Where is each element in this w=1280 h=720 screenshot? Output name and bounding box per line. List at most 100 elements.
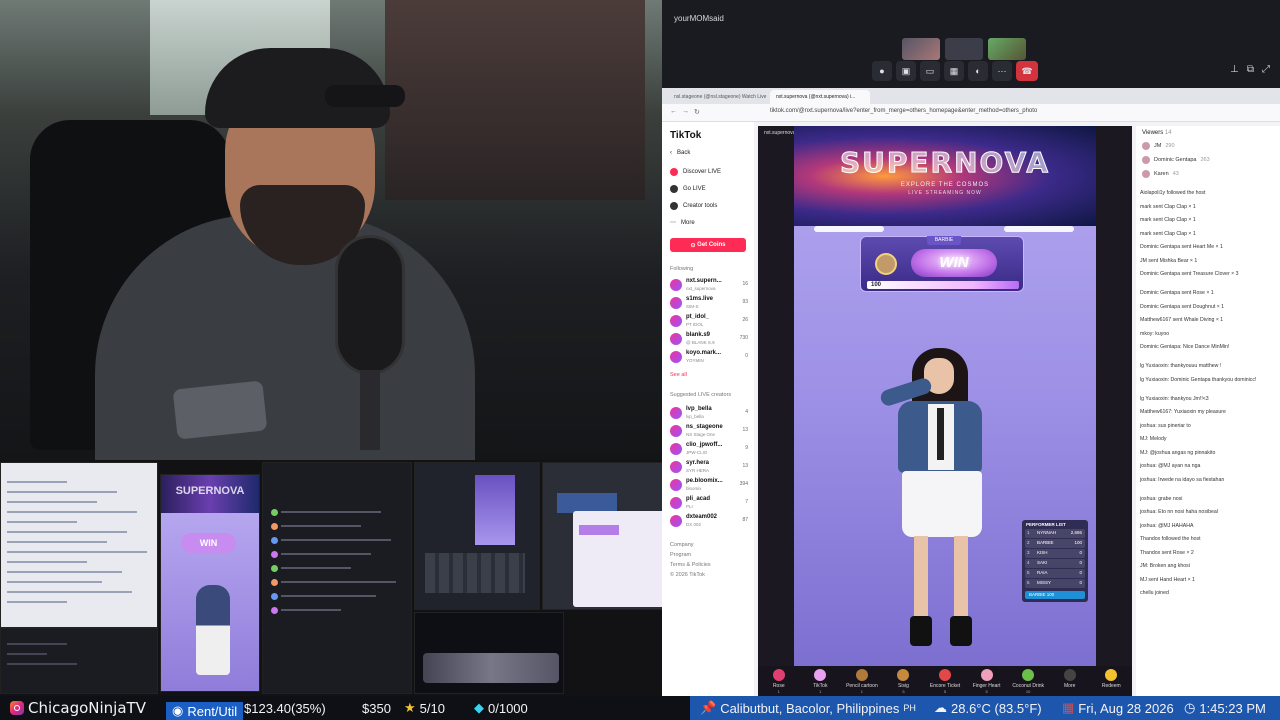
nav-more[interactable]: ⋯ More (670, 219, 695, 227)
see-all-link[interactable]: See all (670, 372, 687, 378)
thumbnail-file-explorer[interactable] (0, 628, 158, 694)
viewer-coins: 263 (1200, 157, 1210, 163)
nav-creator-tools[interactable]: Creator tools (670, 202, 717, 210)
thumb-line (7, 601, 67, 603)
win-performer-avatar (875, 253, 897, 275)
thumb-line (7, 581, 102, 583)
chat-message: Thandox sent Rose × 2 (1140, 549, 1194, 556)
suggested-item[interactable]: syr.hera SYR HERA 13 (670, 460, 748, 476)
nav-go-live[interactable]: Go LIVE (670, 185, 706, 193)
gift-finger-heart[interactable]: Finger Heart 5 (966, 669, 1008, 694)
pushpin-icon: 📌 (700, 700, 717, 715)
footer-link[interactable]: Company (670, 542, 694, 548)
participant-tile[interactable] (988, 38, 1026, 60)
suggested-item[interactable]: pe.bloomix... bloomix 394 (670, 478, 748, 494)
forward-arrow-icon[interactable]: → (682, 108, 689, 115)
chat-message: JM: Broken ang khosi (1140, 563, 1190, 569)
nav-discover-live[interactable]: Discover LIVE (670, 168, 721, 176)
gift-encore-ticket[interactable]: Encore Ticket 5 (924, 669, 966, 694)
cam-background-shelf (385, 0, 645, 200)
nav-label: Discover LIVE (683, 169, 722, 175)
suggested-item[interactable]: clio_jpwoff... JPW-CLIO 9 (670, 442, 748, 458)
mic-icon[interactable]: ● (872, 61, 892, 81)
goal-amount: $350 (362, 700, 391, 716)
address-bar[interactable]: ← → ↻ tiktok.com/@nxt.supernova/live?ent… (662, 104, 1280, 122)
thumbnail-game-window[interactable] (414, 612, 564, 694)
creator-name: dxteam002 (686, 514, 718, 520)
banner-subtitle-2: LIVE STREAMING NOW (908, 190, 982, 196)
effects-icon[interactable]: ◐ (968, 61, 988, 81)
reload-icon[interactable]: ↻ (694, 108, 700, 116)
get-coins-button[interactable]: ⊙ Get Coins (670, 238, 746, 252)
viewer-row[interactable]: JM 290 (1142, 142, 1175, 150)
following-item[interactable]: koyo.mark... YOYMIN 0 (670, 350, 748, 366)
gift-sisig[interactable]: Sisig 5 (883, 669, 925, 694)
thumbnail-chat-window[interactable] (262, 462, 412, 694)
pin-icon[interactable]: ⊥ (1230, 64, 1239, 75)
creator-handle: SIM-S (686, 304, 699, 309)
popout-icon[interactable]: ⧉ (1247, 64, 1254, 75)
thumbnail-tiktok-stream[interactable]: SUPERNOVA WIN (160, 474, 260, 692)
suggested-item[interactable]: ns_stageone NS Stage One 13 (670, 424, 748, 440)
gift-redeem[interactable]: Redeem (1091, 669, 1133, 689)
footer-link[interactable]: Program (670, 552, 691, 558)
gift-rose[interactable]: Rose 1 (758, 669, 800, 694)
live-stream-player[interactable]: nxt.supernova SUPERNOVA EXPLORE THE COSM… (758, 126, 1132, 696)
gift-pencil[interactable]: Pencil cartoon 1 (841, 669, 883, 694)
participant-tile[interactable] (945, 38, 983, 60)
chat-message: lg Yuxiaoxin: Dominic Gentapa thankyou d… (1140, 376, 1257, 383)
creator-name: ns_stageone (686, 424, 723, 430)
gift-tiktok[interactable]: TikTok 1 (800, 669, 842, 694)
thumbnail-browser-window[interactable] (0, 462, 158, 628)
rent-label-box: ◉ Rent/Util (166, 702, 244, 720)
viewer-coins: 290 (1165, 143, 1175, 149)
money-bag-icon: ◉ (172, 703, 184, 718)
thumb-chat-avatar (271, 523, 278, 530)
stars-value: 5/10 (419, 700, 445, 716)
fullscreen-icon[interactable]: ⤢ (1262, 64, 1270, 75)
mic-arm (360, 370, 380, 450)
more-icon[interactable]: ⋯ (992, 61, 1012, 81)
chat-message: Dominic Gentapa sent Rose × 1 (1140, 290, 1214, 296)
share-screen-icon[interactable]: ▭ (920, 61, 940, 81)
layout-icon[interactable]: ▦ (944, 61, 964, 81)
suggested-item[interactable]: dxteam002 DX 002 87 (670, 514, 748, 530)
creator-handle: nxt_supernova (686, 286, 716, 291)
gift-coconut-drink[interactable]: Coconut Drink 10 (1007, 669, 1049, 694)
suggested-item[interactable]: lvp_bella lvp_bella 4 (670, 406, 748, 422)
weather-text: 28.6°C (83.5°F) (951, 700, 1042, 716)
camera-icon[interactable]: ▣ (896, 61, 916, 81)
tiktok-logo[interactable]: TikTok (670, 130, 701, 141)
creator-handle: NS Stage One (686, 432, 716, 437)
browser-tab[interactable]: nsl.stageone (@nsl.stageone) Watch Live (668, 90, 768, 104)
finger-heart-icon (980, 669, 993, 681)
following-item[interactable]: pt_idol_ PT IDOL 26 (670, 314, 748, 330)
back-arrow-icon[interactable]: ← (670, 108, 677, 115)
thumb-line (281, 595, 376, 597)
thumb-line (281, 581, 396, 583)
following-item[interactable]: s1ms.live SIM-S 93 (670, 296, 748, 312)
back-button[interactable]: ‹ Back (670, 150, 690, 156)
viewer-row[interactable]: Dominic Gentapa 263 (1142, 156, 1210, 164)
creator-name: pt_idol_ (686, 314, 710, 320)
browser-tab-active[interactable]: nxt.supernova (@nxt.supernova) i... (770, 90, 870, 104)
url-text[interactable]: tiktok.com/@nxt.supernova/live?enter_fro… (770, 108, 1037, 114)
participant-tile[interactable] (902, 38, 940, 60)
stream-host-name[interactable]: nxt.supernova (764, 130, 795, 136)
end-call-icon[interactable]: ☎ (1016, 61, 1038, 81)
gift-bar: Rose 1 TikTok 1 Pencil cartoon 1 Sisig 5 Enc… (758, 666, 1132, 696)
viewer-row[interactable]: Karen 43 (1142, 170, 1179, 178)
nav-label: More (681, 219, 695, 226)
footer-link[interactable]: Terms & Policies (670, 562, 711, 568)
back-icon: ‹ (670, 150, 672, 156)
gift-more[interactable]: More (1049, 669, 1091, 689)
chat-message: mark sent Clap Clap × 1 (1140, 217, 1196, 223)
following-item[interactable]: blank.s9 @ BLANK S.9 730 (670, 332, 748, 348)
thumbnail-obs-window[interactable] (414, 462, 540, 610)
performer-tie (937, 408, 944, 460)
performer-boot (950, 616, 972, 646)
avatar (670, 461, 682, 473)
avatar (670, 497, 682, 509)
suggested-item[interactable]: pli_acad PLI 7 (670, 496, 748, 512)
following-item[interactable]: nxt.supern... nxt_supernova 16 (670, 278, 748, 294)
